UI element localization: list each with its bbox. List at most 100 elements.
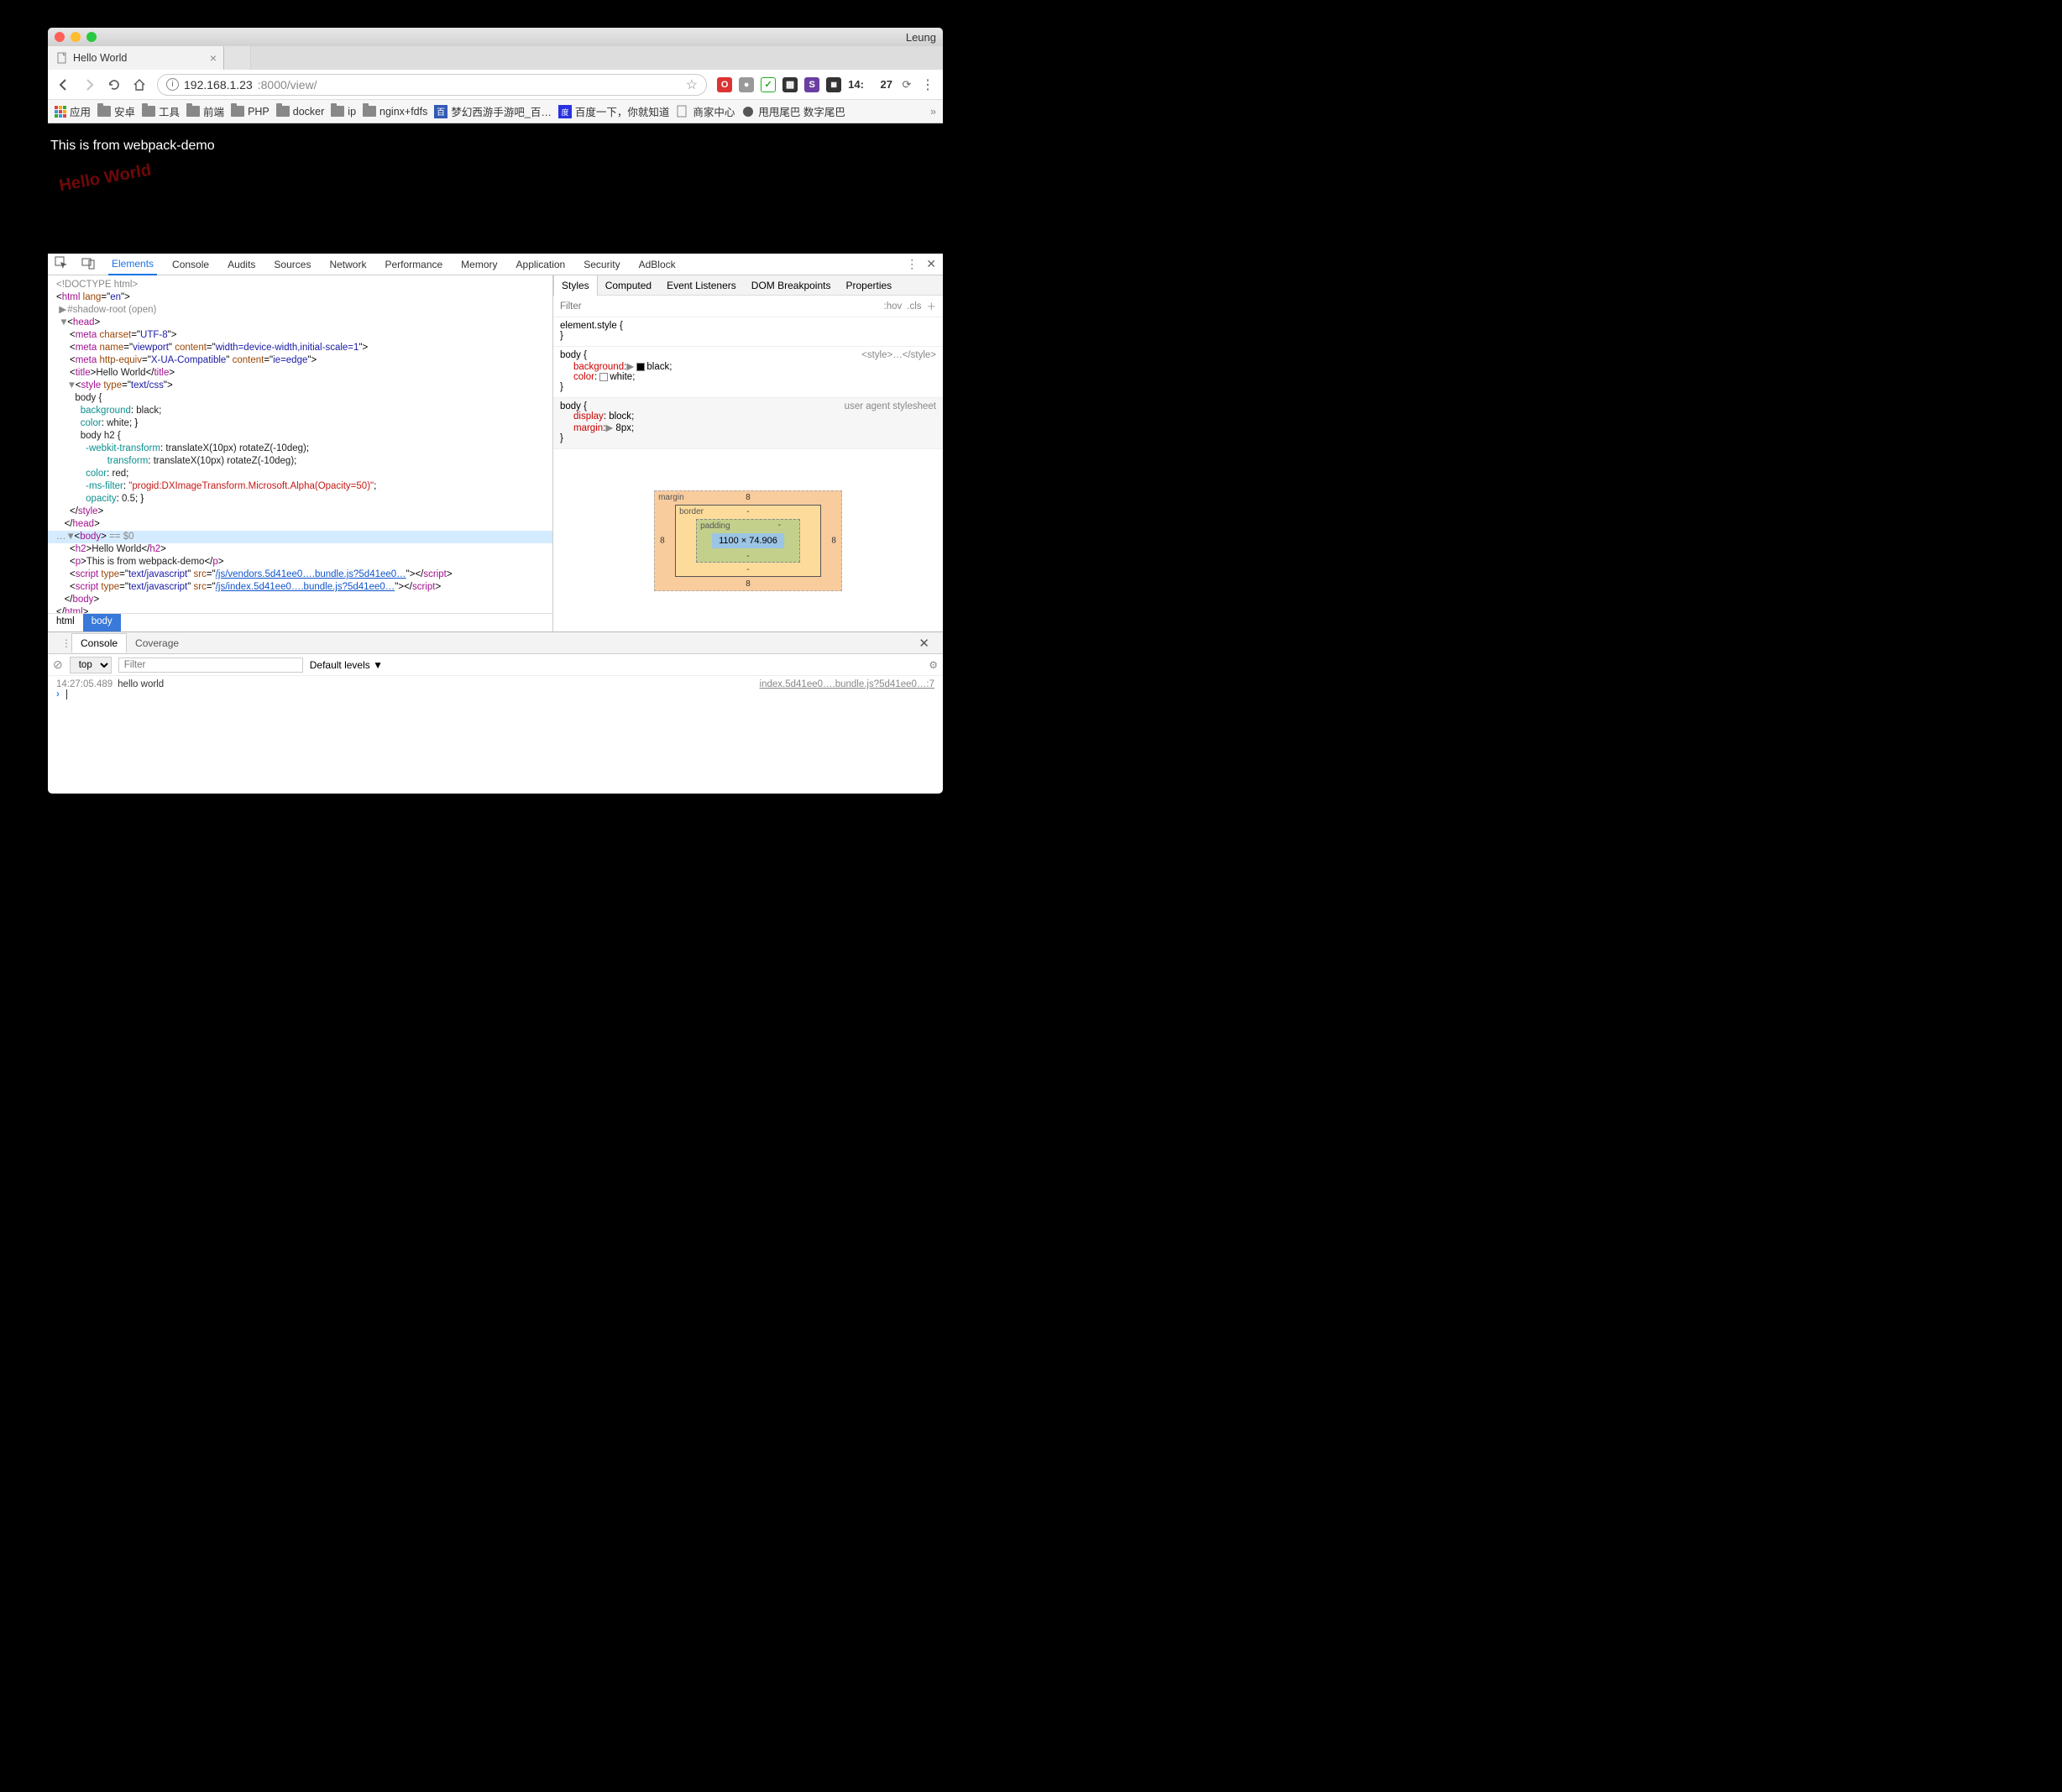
extension-icon[interactable]: S bbox=[804, 77, 819, 92]
bookmark-link[interactable]: 度百度一下，你就知道 bbox=[558, 103, 670, 119]
drawer-close-button[interactable]: ✕ bbox=[910, 632, 938, 654]
folder-icon bbox=[331, 106, 344, 117]
style-rule-ua[interactable]: user agent stylesheet body { display: bl… bbox=[553, 398, 943, 449]
selected-dom-node[interactable]: …▼<body> == $0 bbox=[48, 531, 552, 543]
bookmark-folder[interactable]: ip bbox=[331, 106, 356, 118]
styles-tab-properties[interactable]: Properties bbox=[838, 275, 899, 296]
drawer-tab-console[interactable]: Console bbox=[71, 633, 127, 652]
profile-name[interactable]: Leung bbox=[906, 31, 936, 44]
devtools-tab-network[interactable]: Network bbox=[326, 254, 369, 275]
devtools-close-button[interactable]: ✕ bbox=[926, 257, 936, 271]
window-traffic-lights bbox=[55, 32, 97, 42]
color-swatch-icon[interactable] bbox=[599, 373, 608, 381]
bookmark-link[interactable]: 商家中心 bbox=[676, 103, 735, 119]
bookmark-folder[interactable]: 前端 bbox=[186, 103, 224, 119]
devtools-tab-sources[interactable]: Sources bbox=[270, 254, 314, 275]
bookmark-folder[interactable]: PHP bbox=[231, 106, 270, 118]
site-info-icon[interactable]: i bbox=[166, 78, 179, 91]
log-source-link[interactable]: index.5d41ee0….bundle.js?5d41ee0…:7 bbox=[760, 679, 934, 689]
browser-menu-button[interactable]: ⋮ bbox=[921, 76, 934, 93]
device-toolbar-icon[interactable] bbox=[81, 256, 97, 272]
log-message: hello world bbox=[118, 679, 164, 689]
minimize-window-button[interactable] bbox=[71, 32, 81, 42]
close-window-button[interactable] bbox=[55, 32, 65, 42]
styles-tab-listeners[interactable]: Event Listeners bbox=[659, 275, 744, 296]
style-rule[interactable]: element.style { } bbox=[553, 317, 943, 347]
extension-icon[interactable]: ● bbox=[739, 77, 754, 92]
qr-icon[interactable]: ▦ bbox=[826, 77, 841, 92]
bookmark-folder[interactable]: 安卓 bbox=[97, 103, 135, 119]
sync-icon[interactable]: ⟳ bbox=[899, 77, 914, 92]
home-button[interactable] bbox=[132, 77, 147, 92]
drawer-tab-coverage[interactable]: Coverage bbox=[127, 634, 187, 652]
bookmarks-bar: 应用 安卓 工具 前端 PHP docker ip nginx+fdfs 百梦幻… bbox=[48, 100, 943, 123]
back-button[interactable] bbox=[56, 77, 71, 92]
url-host: 192.168.1.23 bbox=[184, 78, 253, 92]
bookmark-folder[interactable]: nginx+fdfs bbox=[363, 106, 427, 118]
bookmark-link[interactable]: 甩甩尾巴 数字尾巴 bbox=[741, 103, 845, 119]
page-icon bbox=[56, 52, 68, 64]
bookmark-apps[interactable]: 应用 bbox=[55, 103, 91, 119]
clear-console-icon[interactable]: ⊘ bbox=[53, 658, 63, 672]
devtools-tab-security[interactable]: Security bbox=[580, 254, 623, 275]
browser-tab-strip: Hello World × bbox=[48, 46, 943, 70]
context-selector[interactable]: top bbox=[70, 657, 112, 673]
console-output[interactable]: 14:27:05.489 hello world index.5d41ee0….… bbox=[48, 676, 943, 794]
devtools-tab-elements[interactable]: Elements bbox=[108, 254, 157, 275]
styles-tab-styles[interactable]: Styles bbox=[553, 275, 598, 296]
color-swatch-icon[interactable] bbox=[636, 363, 645, 371]
elements-dom-tree[interactable]: <!DOCTYPE html> <html lang="en"> ▶#shado… bbox=[48, 275, 552, 613]
styles-filter-input[interactable] bbox=[560, 301, 884, 312]
folder-icon bbox=[276, 106, 290, 117]
bookmarks-overflow-button[interactable]: » bbox=[930, 106, 936, 118]
dom-doctype: <!DOCTYPE html> bbox=[56, 280, 138, 290]
clock-mm: 27 bbox=[881, 78, 892, 91]
crumb-html[interactable]: html bbox=[48, 614, 83, 631]
inspect-element-icon[interactable] bbox=[55, 256, 70, 272]
address-bar[interactable]: i 192.168.1.23:8000/view/ ☆ bbox=[157, 74, 707, 96]
forward-button[interactable] bbox=[81, 77, 97, 92]
devtools-tab-audits[interactable]: Audits bbox=[224, 254, 259, 275]
bookmark-star-icon[interactable]: ☆ bbox=[686, 76, 698, 93]
crumb-body[interactable]: body bbox=[83, 614, 121, 631]
browser-tab[interactable]: Hello World × bbox=[48, 46, 224, 70]
drawer-menu-button[interactable]: ⋮ bbox=[53, 634, 71, 652]
folder-icon bbox=[142, 106, 155, 117]
favicon-icon: 度 bbox=[558, 105, 572, 118]
maximize-window-button[interactable] bbox=[86, 32, 97, 42]
folder-icon bbox=[186, 106, 200, 117]
console-prompt[interactable]: › bbox=[56, 689, 934, 700]
devtools-tab-memory[interactable]: Memory bbox=[458, 254, 500, 275]
hov-toggle[interactable]: :hov bbox=[884, 301, 903, 312]
page-paragraph: This is from webpack-demo bbox=[50, 139, 943, 154]
bookmark-label: 工具 bbox=[159, 103, 180, 119]
bookmark-folder[interactable]: 工具 bbox=[142, 103, 180, 119]
cls-toggle[interactable]: .cls bbox=[907, 301, 921, 312]
extension-icon[interactable]: ✓ bbox=[761, 77, 776, 92]
bookmark-folder[interactable]: docker bbox=[276, 106, 325, 118]
extension-icon[interactable]: ▦ bbox=[782, 77, 798, 92]
style-rule[interactable]: <style>…</style> body { background:▶ bla… bbox=[553, 347, 943, 398]
tab-close-button[interactable]: × bbox=[210, 51, 217, 65]
devtools-tab-performance[interactable]: Performance bbox=[381, 254, 446, 275]
extension-icon[interactable]: O bbox=[717, 77, 732, 92]
clock-hh: 14: bbox=[848, 78, 864, 91]
styles-filter-row: :hov .cls ＋ bbox=[553, 296, 943, 317]
devtools-menu-button[interactable]: ⋮ bbox=[906, 257, 918, 271]
styles-tab-computed[interactable]: Computed bbox=[598, 275, 659, 296]
reload-button[interactable] bbox=[107, 77, 122, 92]
console-settings-icon[interactable]: ⚙ bbox=[929, 659, 938, 671]
favicon-icon: 百 bbox=[434, 105, 447, 118]
styles-tabs: Styles Computed Event Listeners DOM Brea… bbox=[553, 275, 943, 296]
devtools-tab-console[interactable]: Console bbox=[169, 254, 212, 275]
svg-text:度: 度 bbox=[561, 107, 568, 117]
ghost-tab bbox=[224, 46, 251, 70]
add-rule-button[interactable]: ＋ bbox=[927, 300, 937, 313]
styles-tab-dom-breakpoints[interactable]: DOM Breakpoints bbox=[744, 275, 839, 296]
log-levels-dropdown[interactable]: Default levels ▼ bbox=[310, 659, 383, 671]
console-filter-input[interactable] bbox=[118, 658, 303, 673]
devtools-tab-adblock[interactable]: AdBlock bbox=[636, 254, 679, 275]
devtools-panel: Elements Console Audits Sources Network … bbox=[48, 254, 943, 794]
devtools-tab-application[interactable]: Application bbox=[513, 254, 569, 275]
bookmark-link[interactable]: 百梦幻西游手游吧_百… bbox=[434, 103, 551, 119]
